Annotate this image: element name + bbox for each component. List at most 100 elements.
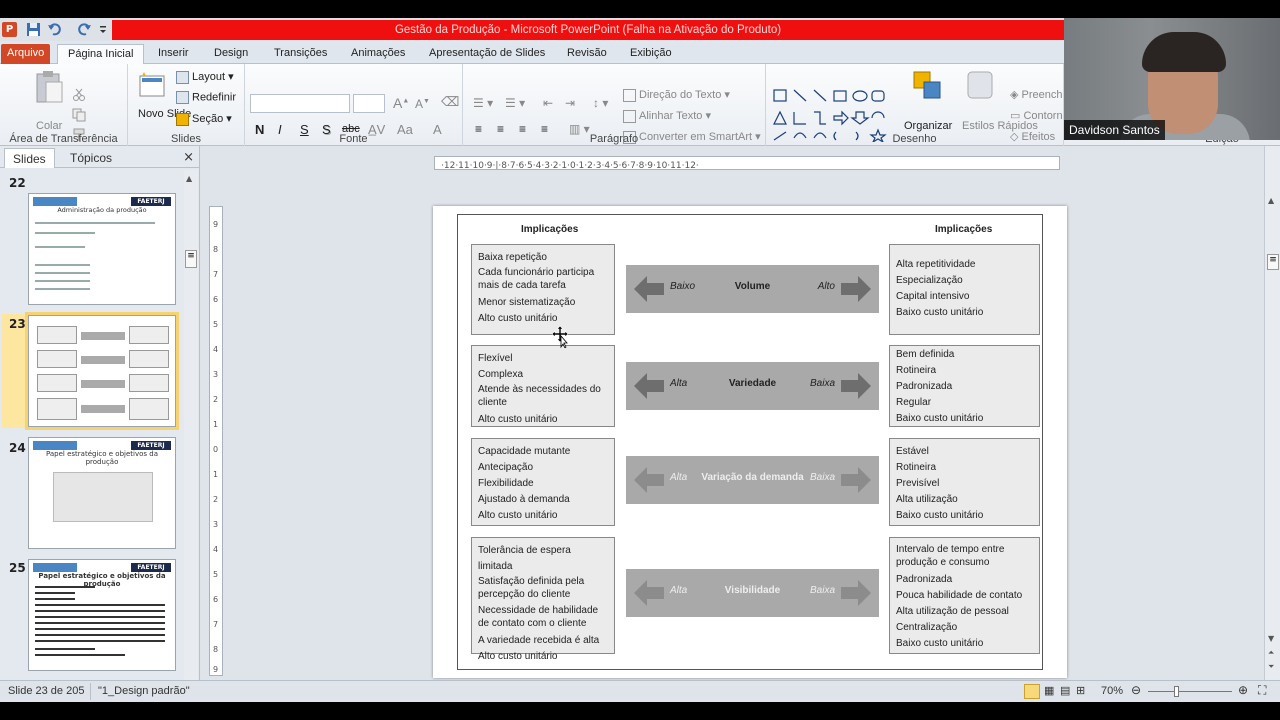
powerpoint-logo-icon[interactable]: P — [2, 22, 17, 37]
shape-fill-button[interactable]: ◈ Preench — [1010, 88, 1063, 101]
right-implications-box[interactable]: Bem definida Rotineira Padronizada Regul… — [889, 345, 1040, 427]
new-slide-icon[interactable] — [138, 70, 166, 100]
font-size-combo[interactable] — [353, 94, 385, 113]
right-implications-box[interactable]: Alta repetitividade Especialização Capit… — [889, 244, 1040, 335]
quick-styles-button[interactable]: Estilos Rápidos — [962, 120, 1038, 133]
slide-thumbnail-25[interactable]: FAETERJ Papel estratégico e objetivos da… — [28, 559, 176, 671]
arrange-icon[interactable] — [912, 70, 944, 102]
theme-name[interactable]: "1_Design padrão" — [98, 685, 190, 697]
zoom-level[interactable]: 70% — [1101, 685, 1123, 697]
tab-animations[interactable]: Animações — [351, 44, 405, 64]
dimension-band-visibility[interactable]: Alta Visibilidade Baixa — [626, 569, 879, 617]
tab-slides-panel[interactable]: Slides — [4, 148, 55, 168]
copy-icon[interactable] — [72, 108, 86, 122]
cut-icon[interactable] — [72, 88, 86, 102]
bullets-icon[interactable]: ☰ ▾ — [473, 96, 493, 110]
dimension-band-demand-variation[interactable]: Alta Variação da demanda Baixa — [626, 456, 879, 504]
thumb-line — [35, 634, 165, 636]
slide-thumbnail-23[interactable] — [25, 312, 179, 430]
tab-design[interactable]: Design — [214, 44, 248, 64]
customize-toolbar-icon[interactable] — [98, 22, 108, 37]
slideshow-icon[interactable]: ⊞ — [1076, 684, 1085, 697]
vertical-ruler[interactable]: 9 8 7 6 5 4 3 2 1 0 1 2 3 4 5 6 7 8 9 — [209, 206, 223, 676]
zoom-out-icon[interactable]: ⊖ — [1131, 683, 1141, 697]
left-implications-box[interactable]: Capacidade mutante Antecipação Flexibili… — [471, 438, 615, 526]
new-slide-button[interactable]: Novo Slide — [138, 108, 191, 121]
vertical-scrollbar[interactable]: ▲ ≡ ▼ ⏶ ⏷ — [1264, 146, 1280, 680]
panel-tabs: Slides Tópicos × — [0, 146, 200, 168]
svg-text:8: 8 — [213, 645, 218, 654]
close-panel-icon[interactable]: × — [183, 150, 194, 165]
scroll-thumb[interactable]: ≡ — [185, 250, 197, 268]
redo-icon[interactable] — [77, 22, 92, 37]
fit-to-window-icon[interactable]: ⛶ — [1258, 683, 1266, 698]
tab-file[interactable]: Arquivo — [1, 44, 51, 64]
shape-outline-button[interactable]: ▭ Contorn — [1010, 109, 1063, 122]
thumb-title: Papel estratégico e objetivos da produçã… — [45, 450, 158, 466]
reading-view-icon[interactable]: ▤ — [1060, 684, 1070, 697]
undo-icon[interactable] — [47, 22, 62, 37]
slide-thumbnail-24[interactable]: FAETERJ Papel estratégico e objetivos da… — [28, 437, 176, 549]
text-direction-button[interactable]: Direção do Texto ▾ — [623, 88, 730, 102]
zoom-in-icon[interactable]: ⊕ — [1238, 683, 1248, 697]
ruler-ticks: ·12·11·10·9·|·8·7·6·5·4·3·2·1·0·1·2·3·4·… — [441, 161, 699, 169]
reset-button[interactable]: Redefinir — [176, 91, 236, 104]
tab-transitions[interactable]: Transições — [274, 44, 327, 64]
thumb-line — [35, 616, 165, 618]
list-item: Capital intensivo — [896, 291, 970, 302]
align-text-button[interactable]: Alinhar Texto ▾ — [623, 109, 711, 123]
list-item: Regular — [896, 397, 932, 408]
svg-text:3: 3 — [213, 370, 218, 379]
scroll-down-icon[interactable]: ▼ — [1268, 634, 1274, 643]
right-implications-box[interactable]: Estável Rotineira Previsível Alta utiliz… — [889, 438, 1040, 526]
tab-outline-panel[interactable]: Tópicos — [62, 148, 120, 168]
left-implications-box[interactable]: Tolerância de espera limitada Satisfação… — [471, 537, 615, 662]
tab-insert[interactable]: Inserir — [158, 44, 189, 64]
paste-icon[interactable] — [34, 70, 64, 104]
save-icon[interactable] — [26, 22, 41, 37]
slide-sorter-icon[interactable]: ▦ — [1044, 684, 1054, 697]
layout-button[interactable]: Layout ▾ — [176, 70, 234, 84]
decrease-indent-icon[interactable]: ⇤ — [543, 96, 553, 110]
clear-format-icon[interactable]: ⌫ — [441, 94, 459, 110]
paste-button[interactable]: Colar — [36, 120, 62, 132]
normal-view-icon[interactable] — [1024, 684, 1040, 699]
tab-review[interactable]: Revisão — [567, 44, 607, 64]
high-label: Baixa — [809, 378, 835, 389]
current-slide[interactable]: Implicações Implicações Baixa repetição … — [433, 206, 1067, 678]
tab-view[interactable]: Exibição — [630, 44, 672, 64]
svg-text:4: 4 — [213, 345, 218, 354]
quick-styles-icon[interactable] — [966, 70, 994, 100]
zoom-slider[interactable] — [1148, 691, 1232, 692]
svg-text:7: 7 — [213, 620, 218, 629]
left-implications-box[interactable]: Flexível Complexa Atende às necessidades… — [471, 345, 615, 427]
zoom-slider-thumb[interactable] — [1174, 686, 1179, 697]
scroll-up-icon[interactable]: ▲ — [186, 174, 192, 183]
list-item: Alta utilização — [896, 494, 958, 505]
right-implications-box[interactable]: Intervalo de tempo entre produção e cons… — [889, 537, 1040, 654]
list-item: Especialização — [896, 275, 963, 286]
thumb-band — [81, 380, 125, 388]
section-button[interactable]: Seção ▾ — [176, 112, 232, 126]
increase-indent-icon[interactable]: ⇥ — [565, 96, 575, 110]
slide-thumbnail-22[interactable]: FAETERJ Administração da produção — [28, 193, 176, 305]
tab-home[interactable]: Página Inicial — [57, 44, 145, 64]
next-slide-icon[interactable]: ⏷ — [1268, 662, 1274, 672]
panel-scrollbar[interactable]: ▲ ≡ — [184, 170, 198, 680]
dimension-band-volume[interactable]: Baixo Volume Alto — [626, 265, 879, 313]
arrow-right-icon — [841, 467, 871, 493]
scroll-thumb[interactable]: ≡ — [1267, 254, 1279, 270]
arrange-button[interactable]: Organizar — [904, 120, 952, 132]
scroll-up-icon[interactable]: ▲ — [1268, 196, 1274, 205]
tab-slideshow[interactable]: Apresentação de Slides — [429, 44, 545, 64]
shrink-font-button[interactable]: A▼ — [415, 97, 430, 111]
line-spacing-icon[interactable]: ↕ ▾ — [593, 96, 608, 110]
grow-font-button[interactable]: A▲ — [393, 95, 409, 111]
prev-slide-icon[interactable]: ⏶ — [1268, 648, 1274, 658]
font-name-combo[interactable] — [250, 94, 350, 113]
numbering-icon[interactable]: ☰ ▾ — [505, 96, 525, 110]
left-implications-box[interactable]: Baixa repetição Cada funcionário partici… — [471, 244, 615, 335]
thumb-line — [35, 232, 95, 234]
dimension-band-variety[interactable]: Alta Variedade Baixa — [626, 362, 879, 410]
horizontal-ruler[interactable]: ·12·11·10·9·|·8·7·6·5·4·3·2·1·0·1·2·3·4·… — [434, 156, 1060, 170]
